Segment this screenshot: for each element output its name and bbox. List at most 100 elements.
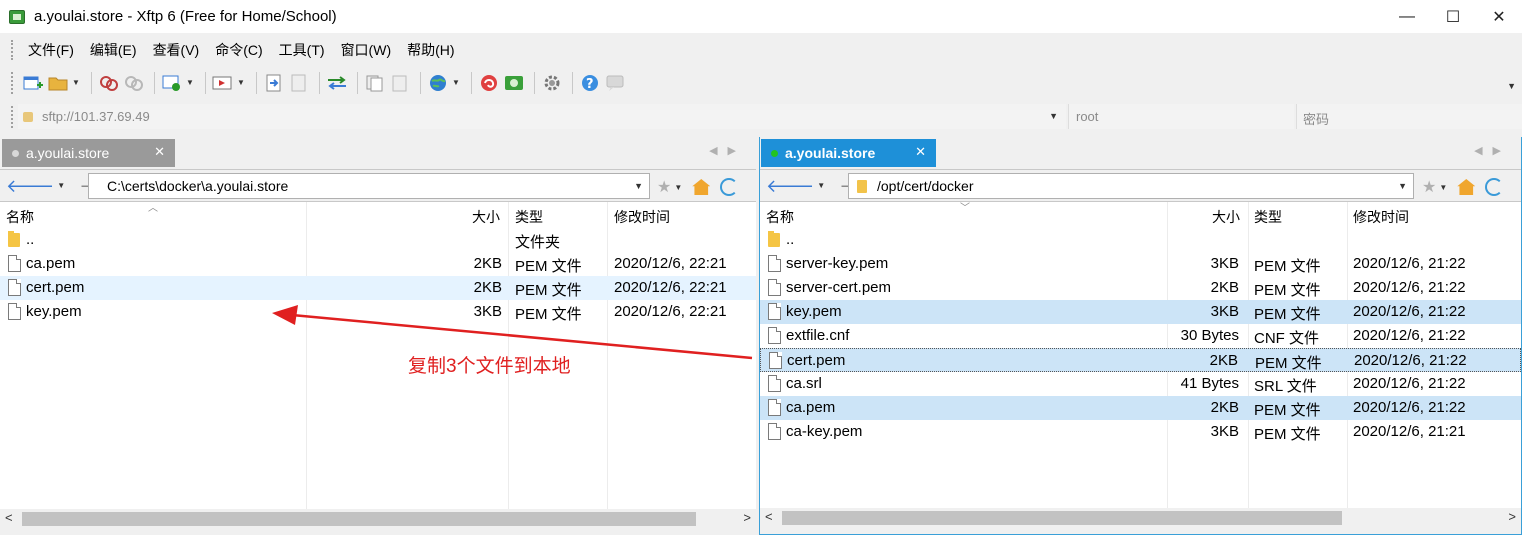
globe-dropdown-icon[interactable]: ▼ [452, 78, 460, 87]
menubar-grip[interactable] [11, 40, 14, 60]
scroll-thumb[interactable] [22, 512, 696, 526]
scroll-left-icon[interactable]: < [765, 509, 773, 524]
local-path-input[interactable]: C:\certs\docker\a.youlai.store ▼ [88, 173, 650, 199]
download-icon[interactable] [288, 72, 310, 94]
menu-edit[interactable]: 编辑(E) [82, 40, 145, 60]
toolbar-grip[interactable] [11, 71, 14, 94]
chevron-down-icon[interactable]: ▼ [57, 181, 65, 190]
column-type[interactable]: 类型 [1254, 207, 1282, 227]
column-modified[interactable]: 修改时间 [1353, 207, 1409, 227]
open-folder-icon[interactable] [47, 72, 69, 94]
bookmark-star-icon[interactable]: ★ [1422, 177, 1436, 197]
open-dropdown-icon[interactable]: ▼ [72, 78, 80, 87]
column-modified[interactable]: 修改时间 [614, 207, 670, 227]
column-name[interactable]: 名称 [766, 207, 794, 227]
scroll-right-icon[interactable]: > [1508, 509, 1516, 524]
refresh-icon[interactable] [1485, 178, 1504, 196]
remote-path-input[interactable]: /opt/cert/docker ▼ [848, 173, 1414, 199]
remote-session-tab[interactable]: a.youlai.store ✕ [761, 139, 936, 167]
remote-file-list[interactable]: 名称 ﹀ 大小 类型 修改时间 .. server-key.pem 3KB PEM 文… [760, 201, 1521, 509]
home-folder-icon[interactable] [692, 179, 711, 195]
cell-modified: 2020/12/6, 21:22 [1353, 255, 1466, 272]
xftp-icon[interactable] [503, 72, 525, 94]
terminal-dropdown-icon[interactable]: ▼ [237, 78, 245, 87]
sync-transfer-icon[interactable] [326, 72, 348, 94]
terminal-icon[interactable] [212, 72, 234, 94]
column-header: 名称 ︿ 大小 类型 修改时间 [0, 202, 756, 228]
file-row[interactable]: server-cert.pem 2KB PEM 文件 2020/12/6, 21:22 [760, 276, 1521, 300]
remote-pane: a.youlai.store ✕ ◀▶ 🡐 ▼ 🡒 ▼ /opt/cert/do… [759, 137, 1522, 535]
bookmark-dropdown-icon[interactable]: ▼ [1439, 183, 1447, 192]
scroll-left-icon[interactable]: < [5, 510, 13, 525]
column-name[interactable]: 名称 [6, 207, 34, 227]
chat-icon[interactable] [604, 72, 626, 94]
back-button[interactable]: 🡐 ▼ [6, 177, 65, 195]
local-session-tab[interactable]: a.youlai.store ✕ [2, 139, 175, 167]
upload-icon[interactable] [263, 72, 285, 94]
menu-view[interactable]: 查看(V) [145, 40, 208, 60]
paste-icon[interactable] [389, 72, 411, 94]
back-button[interactable]: 🡐 ▼ [766, 177, 825, 195]
copy-icon[interactable] [364, 72, 386, 94]
cell-size: 2KB [473, 279, 502, 296]
file-row[interactable]: key.pem 3KB PEM 文件 2020/12/6, 22:21 [0, 300, 756, 324]
file-row[interactable]: key.pem 3KB PEM 文件 2020/12/6, 21:22 [760, 300, 1521, 324]
minimize-button[interactable]: — [1384, 0, 1430, 33]
menu-help[interactable]: 帮助(H) [399, 40, 462, 60]
new-session-icon[interactable] [22, 72, 44, 94]
gear-icon[interactable] [541, 72, 563, 94]
remote-path-bar: 🡐 ▼ 🡒 ▼ /opt/cert/docker ▼ ★ ▼ [760, 169, 1521, 201]
host-dropdown-icon[interactable]: ▼ [1049, 111, 1058, 121]
close-button[interactable]: ✕ [1476, 0, 1522, 33]
reconnect-icon[interactable] [98, 72, 120, 94]
menu-tools[interactable]: 工具(T) [271, 40, 333, 60]
file-row[interactable]: extfile.cnf 30 Bytes CNF 文件 2020/12/6, 21:2… [760, 324, 1521, 348]
file-row[interactable]: ca.srl 41 Bytes SRL 文件 2020/12/6, 21:22 [760, 372, 1521, 396]
cell-type: PEM 文件 [1254, 282, 1321, 299]
toolbar-overflow-icon[interactable]: ▼ [1507, 81, 1516, 91]
chevron-down-icon[interactable]: ▼ [817, 181, 825, 190]
cell-type: 文件夹 [515, 234, 561, 251]
host-input[interactable]: sftp://101.37.69.49 ▼ [18, 104, 1066, 129]
file-row[interactable]: ca.pem 2KB PEM 文件 2020/12/6, 21:22 [760, 396, 1521, 420]
column-type[interactable]: 类型 [515, 207, 543, 227]
tab-scroll-arrows-icon[interactable]: ◀▶ [709, 144, 746, 157]
file-row[interactable]: cert.pem 2KB PEM 文件 2020/12/6, 21:22 [760, 348, 1521, 372]
file-row[interactable]: .. [760, 228, 1521, 252]
column-size[interactable]: 大小 [1212, 207, 1240, 227]
path-dropdown-icon[interactable]: ▼ [634, 181, 643, 191]
properties-icon[interactable] [161, 72, 183, 94]
bookmark-dropdown-icon[interactable]: ▼ [674, 183, 682, 192]
scroll-right-icon[interactable]: > [743, 510, 751, 525]
menu-file[interactable]: 文件(F) [20, 40, 82, 60]
file-row[interactable]: cert.pem 2KB PEM 文件 2020/12/6, 22:21 [0, 276, 756, 300]
file-row[interactable]: server-key.pem 3KB PEM 文件 2020/12/6, 21:22 [760, 252, 1521, 276]
maximize-button[interactable]: ☐ [1430, 0, 1476, 33]
local-horizontal-scrollbar[interactable]: < > [0, 509, 756, 527]
properties-dropdown-icon[interactable]: ▼ [186, 78, 194, 87]
menu-window[interactable]: 窗口(W) [333, 40, 400, 60]
help-icon[interactable]: ? [579, 72, 601, 94]
tab-close-icon[interactable]: ✕ [154, 144, 165, 160]
home-folder-icon[interactable] [1457, 179, 1476, 195]
username-input[interactable]: root [1068, 104, 1294, 129]
globe-icon[interactable] [427, 72, 449, 94]
tab-close-icon[interactable]: ✕ [915, 144, 926, 160]
menu-command[interactable]: 命令(C) [207, 40, 270, 60]
bookmark-star-icon[interactable]: ★ [657, 177, 671, 197]
file-row[interactable]: .. 文件夹 [0, 228, 756, 252]
xshell-icon[interactable] [478, 72, 500, 94]
addressbar-grip[interactable] [11, 105, 14, 128]
tab-scroll-arrows-icon[interactable]: ◀▶ [1474, 144, 1511, 157]
toolbar: ▼ ▼ ▼ ▼ ? ▼ [0, 66, 1522, 99]
file-row[interactable]: ca.pem 2KB PEM 文件 2020/12/6, 22:21 [0, 252, 756, 276]
remote-horizontal-scrollbar[interactable]: < > [760, 508, 1521, 526]
local-file-list[interactable]: 名称 ︿ 大小 类型 修改时间 .. 文件夹 ca.pem 2KB PEM 文件 2020… [0, 201, 756, 509]
disconnect-icon[interactable] [123, 72, 145, 94]
file-row[interactable]: ca-key.pem 3KB PEM 文件 2020/12/6, 21:21 [760, 420, 1521, 444]
refresh-icon[interactable] [720, 178, 739, 196]
path-dropdown-icon[interactable]: ▼ [1398, 181, 1407, 191]
column-size[interactable]: 大小 [472, 207, 500, 227]
password-input[interactable]: 密码 [1296, 104, 1522, 129]
scroll-thumb[interactable] [782, 511, 1342, 525]
